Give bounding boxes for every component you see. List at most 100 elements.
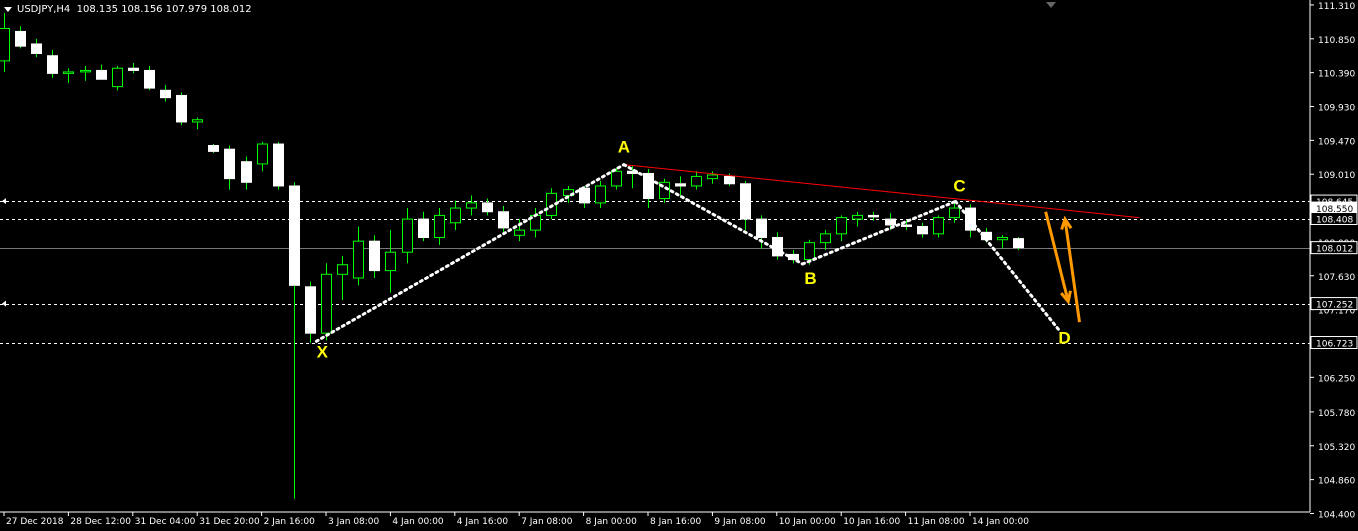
price-tick-label: 104.860: [1318, 477, 1355, 487]
horizontal-levels: [0, 198, 1310, 344]
candle-body: [595, 185, 606, 204]
candle-body: [176, 94, 187, 123]
candle-body: [466, 202, 477, 209]
candle-body: [337, 264, 348, 275]
time-tick-label: 8 Jan 16:00: [650, 517, 702, 527]
price-tick-label: 105.780: [1318, 409, 1355, 419]
candle-body: [402, 218, 413, 253]
time-tick-label: 14 Jan 00:00: [972, 517, 1029, 527]
pattern-label-a: A: [618, 138, 630, 157]
price-chart[interactable]: X A B C D 111.310 110.850 110.390 109.930 109.47…: [0, 0, 1358, 531]
candle-body: [192, 119, 203, 123]
price-axis: 111.310 110.850 110.390 109.930 109.470 109.0…: [1046, 0, 1358, 520]
time-axis: 27 Dec 2018 28 Dec 12:00 31 Dec 04:00 31 De…: [0, 511, 1310, 527]
candle-body: [482, 202, 493, 213]
candle-body: [144, 69, 155, 89]
candles: [0, 13, 1024, 499]
level-marker-icon: [2, 198, 6, 205]
candle-body: [160, 89, 171, 99]
candle-body: [885, 218, 896, 226]
candle-body: [949, 207, 960, 219]
candle-body: [804, 242, 815, 261]
price-tick-label: 109.930: [1318, 104, 1355, 114]
pattern-label-x: X: [317, 342, 329, 361]
candle-body: [96, 69, 107, 80]
candle-body: [933, 217, 944, 235]
candle-body: [514, 229, 525, 236]
price-label: 106.723: [1316, 340, 1353, 350]
candle-body: [434, 214, 445, 238]
price-tick-label: 109.470: [1318, 137, 1355, 147]
candle-body: [321, 273, 332, 334]
pattern-overlay: X A B C D: [314, 138, 1140, 361]
candle-body: [611, 170, 622, 187]
candle-body: [289, 185, 300, 286]
time-tick-label: 10 Jan 16:00: [843, 517, 900, 527]
candle-body: [836, 217, 847, 235]
candle-body: [498, 211, 509, 229]
price-tick-label: 104.400: [1318, 510, 1355, 520]
candle-body: [385, 251, 396, 272]
candle-body: [47, 55, 58, 74]
time-tick-label: 7 Jan 08:00: [521, 517, 573, 527]
candle-body: [369, 240, 380, 272]
candle-body: [450, 207, 461, 224]
shift-marker-icon: [1046, 2, 1056, 8]
time-tick-label: 10 Jan 00:00: [779, 517, 836, 527]
level-marker-icon: [2, 300, 6, 307]
price-tick-label: 111.310: [1318, 2, 1355, 12]
candle-body: [917, 225, 928, 235]
pattern-label-c: C: [953, 176, 965, 195]
candle-body: [756, 218, 767, 238]
price-label: 108.012: [1316, 245, 1353, 255]
candle-body: [740, 183, 751, 220]
candle-body: [31, 43, 42, 55]
time-tick-label: 28 Dec 12:00: [70, 517, 131, 527]
candle-body: [868, 214, 879, 218]
pattern-label-d: D: [1058, 328, 1070, 347]
candle-body: [901, 224, 912, 227]
price-tick-label: 110.850: [1318, 36, 1355, 46]
candle-body: [80, 69, 91, 73]
candle-body: [305, 286, 316, 334]
projection-arrow: [1063, 218, 1081, 323]
pattern-label-b: B: [804, 269, 816, 288]
candle-body: [418, 218, 429, 238]
time-tick-label: 9 Jan 08:00: [714, 517, 766, 527]
time-tick-label: 11 Jan 08:00: [908, 517, 965, 527]
price-tick-label: 106.250: [1318, 374, 1355, 384]
time-tick-label: 8 Jan 00:00: [586, 517, 638, 527]
candle-body: [128, 67, 139, 71]
time-tick-label: 2 Jan 16:00: [264, 517, 316, 527]
price-label: 107.252: [1316, 301, 1353, 311]
candle-body: [273, 143, 284, 187]
candle-body: [224, 148, 235, 180]
candle-body: [691, 175, 702, 187]
time-tick-label: 27 Dec 2018: [6, 517, 64, 527]
candle-body: [724, 175, 735, 185]
candle-body: [241, 161, 252, 183]
time-tick-label: 4 Jan 16:00: [457, 517, 509, 527]
candle-body: [208, 145, 219, 152]
candle-body: [1013, 238, 1024, 249]
pattern-leg: [954, 199, 1061, 331]
time-tick-label: 31 Dec 20:00: [199, 517, 260, 527]
candle-body: [15, 30, 26, 47]
candle-body: [63, 71, 74, 74]
candle-body: [579, 187, 590, 204]
candle-body: [820, 233, 831, 244]
resistance-trendline: [623, 164, 1140, 219]
price-label: 108.408: [1316, 216, 1353, 226]
pattern-leg: [622, 163, 805, 266]
time-tick-label: 4 Jan 00:00: [392, 517, 444, 527]
candle-body: [997, 236, 1008, 241]
candle-body: [675, 183, 686, 187]
candle-body: [257, 143, 268, 165]
price-tick-label: 107.630: [1318, 273, 1355, 283]
candle-body: [852, 214, 863, 220]
candle-body: [707, 174, 718, 180]
price-tick-label: 105.320: [1318, 443, 1355, 453]
candle-body: [353, 240, 364, 279]
time-tick-label: 31 Dec 04:00: [135, 517, 196, 527]
time-tick-label: 3 Jan 08:00: [328, 517, 380, 527]
